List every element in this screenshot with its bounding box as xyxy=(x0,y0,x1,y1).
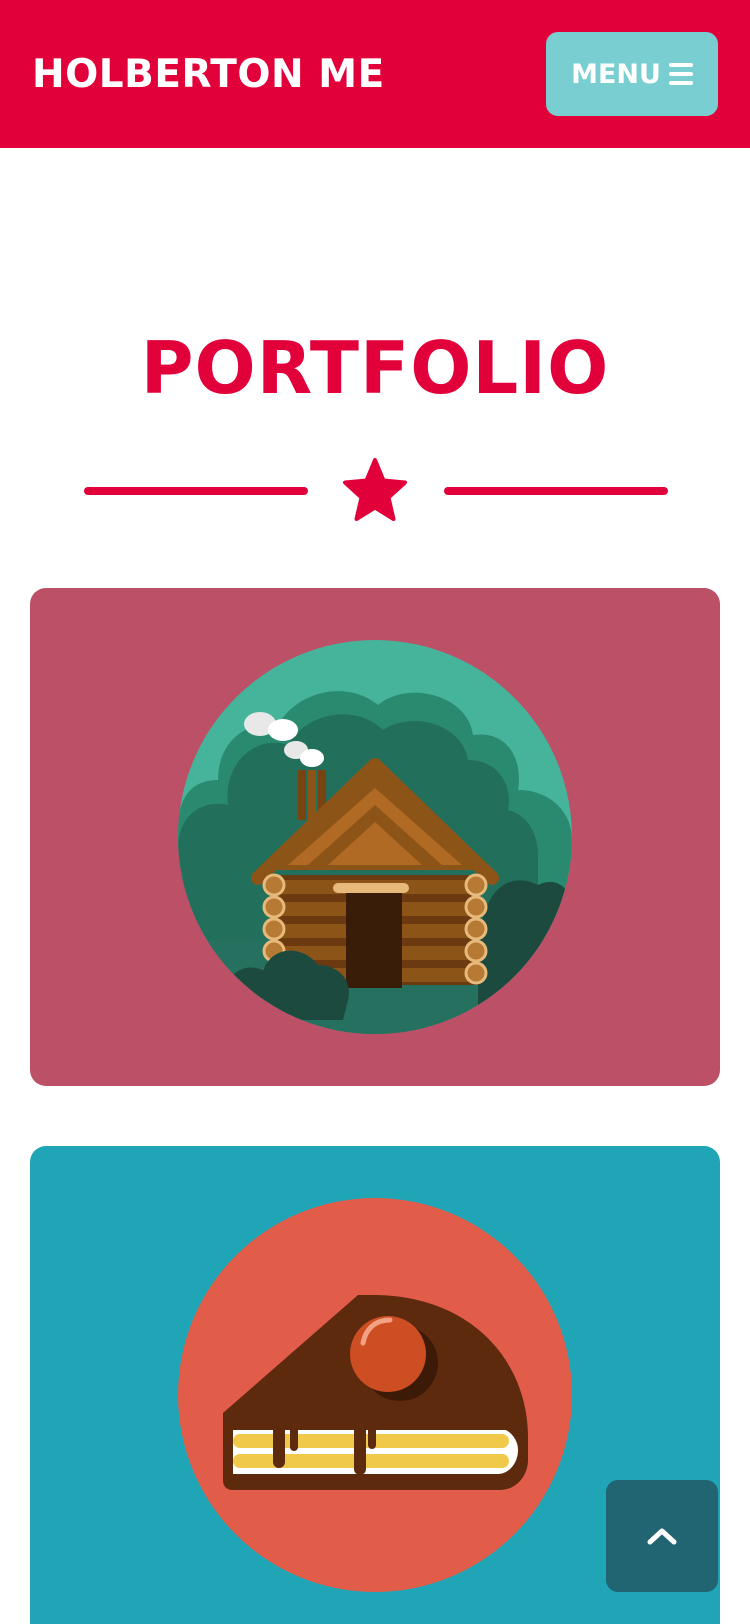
menu-button[interactable]: MENU xyxy=(546,32,718,116)
scroll-to-top-button[interactable] xyxy=(606,1480,718,1592)
navbar: HOLBERTON ME MENU xyxy=(0,0,750,148)
star-divider xyxy=(0,454,750,528)
divider-line-left xyxy=(84,487,308,495)
portfolio-title: PORTFOLIO xyxy=(140,326,610,410)
divider-line-right xyxy=(444,487,668,495)
chevron-up-icon xyxy=(647,1528,677,1545)
bars-icon xyxy=(668,63,693,85)
star-icon xyxy=(343,458,407,521)
cabin-illustration xyxy=(178,640,572,1034)
brand-logo[interactable]: HOLBERTON ME xyxy=(32,52,385,97)
portfolio-item-cabin[interactable] xyxy=(30,588,720,1086)
menu-button-label: MENU xyxy=(571,58,661,90)
cake-illustration xyxy=(178,1198,572,1592)
